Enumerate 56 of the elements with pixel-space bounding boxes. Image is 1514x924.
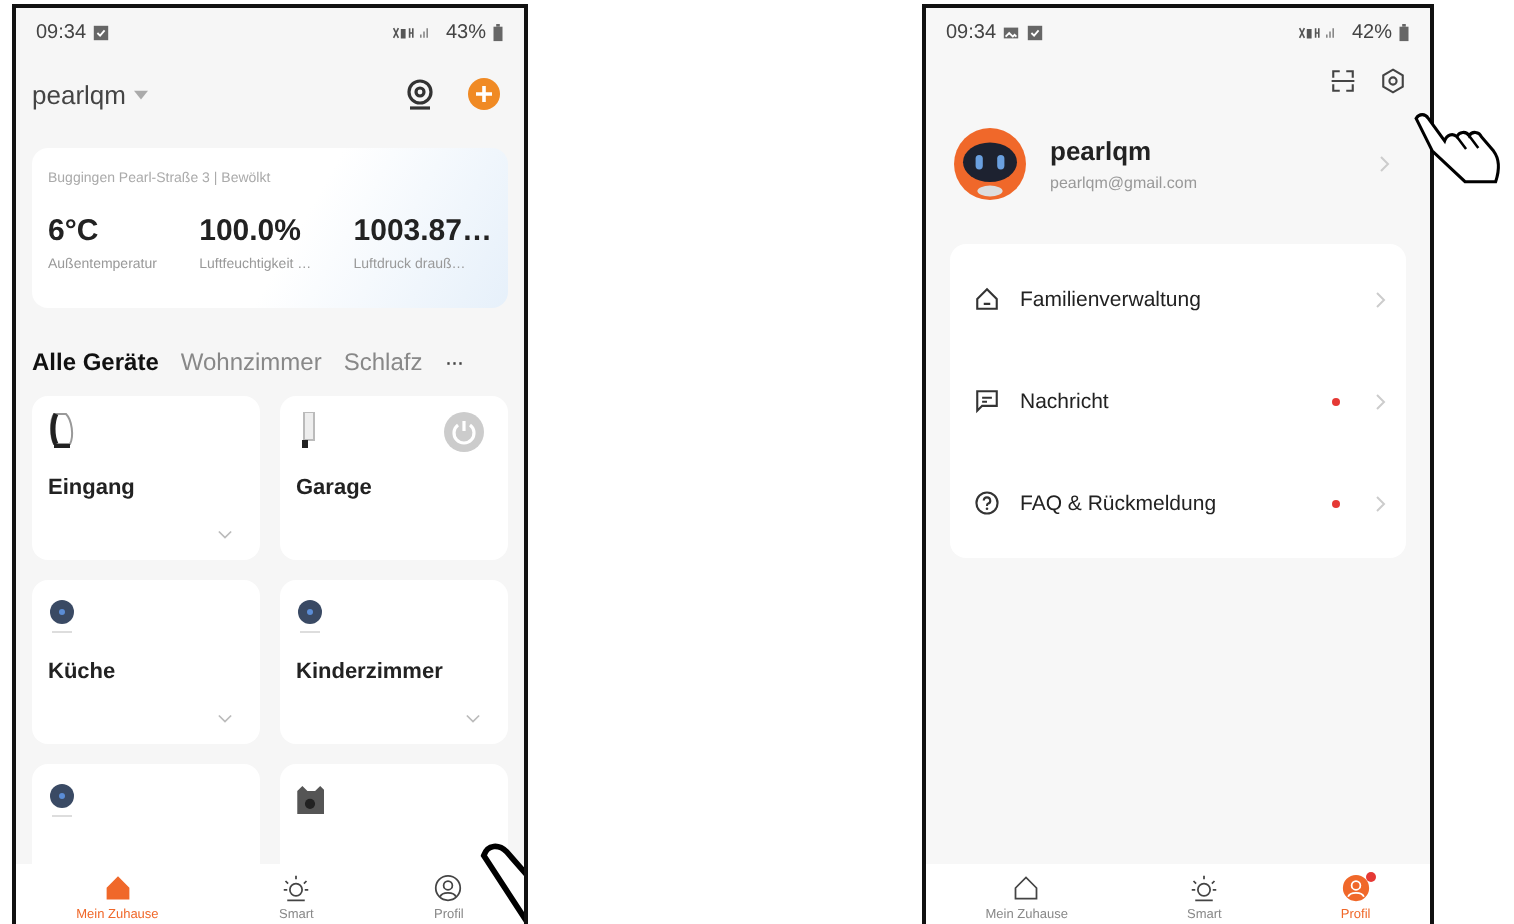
scan-icon[interactable]: [1330, 68, 1356, 94]
cube-camera-icon: [296, 780, 324, 820]
status-time: 09:34: [946, 21, 997, 43]
profile-icon: [1341, 874, 1370, 902]
chevron-down-icon[interactable]: [218, 714, 232, 724]
menu-item[interactable]: Familienverwaltung: [1020, 287, 1201, 311]
dome-camera-icon: [48, 412, 76, 452]
sun-icon: [1190, 874, 1219, 902]
message-icon: [974, 388, 1000, 414]
weather-value: 100.0%: [199, 214, 303, 248]
image-notification-icon: [1002, 23, 1021, 41]
home-icon: [1012, 874, 1041, 902]
chevron-right-icon: [1376, 291, 1386, 307]
device-card[interactable]: Garage: [280, 396, 508, 560]
device-card[interactable]: Eingang: [32, 396, 260, 560]
notification-icon: [1026, 23, 1045, 41]
chevron-right-icon: [1376, 393, 1386, 409]
battery-icon: [492, 23, 504, 41]
user-email: pearlqm@gmail.com: [1050, 174, 1197, 192]
settings-icon[interactable]: [1380, 68, 1406, 94]
profile-icon: [434, 874, 463, 902]
menu-item[interactable]: FAQ & Rückmeldung: [1020, 491, 1217, 515]
device-name: Garage: [296, 476, 374, 500]
battery-icon: [1398, 23, 1410, 41]
device-card[interactable]: Küche: [32, 580, 260, 744]
room-tab[interactable]: Alle Geräte: [32, 348, 159, 376]
round-camera-icon: [296, 596, 324, 636]
house-icon: [974, 286, 1000, 312]
status-time: 09:34: [36, 21, 87, 43]
device-name: Küche: [48, 660, 118, 684]
battery-percent: 43%: [445, 21, 486, 43]
robot-avatar: [954, 128, 1026, 200]
weather-value: 1003.87…: [353, 214, 492, 248]
round-camera-icon: [48, 596, 76, 636]
device-name: Eingang: [48, 476, 137, 500]
home-icon: [103, 874, 132, 902]
chevron-down-icon[interactable]: [218, 530, 232, 540]
more-button[interactable]: ···: [444, 348, 463, 376]
chevron-right-icon: [1376, 495, 1386, 511]
round-camera-icon: [48, 780, 76, 820]
sun-icon: [282, 874, 311, 902]
chevron-down-icon[interactable]: [466, 714, 480, 724]
home-name[interactable]: pearlqm: [32, 79, 126, 109]
caret-icon[interactable]: [133, 89, 148, 99]
add-icon[interactable]: [468, 78, 500, 110]
menu-item[interactable]: Nachricht: [1020, 389, 1109, 413]
device-name: Kinderzimmer: [296, 660, 445, 684]
chevron-right-icon: [1380, 156, 1390, 172]
user-name: pearlqm: [1050, 136, 1154, 166]
weather-value: 6°C: [48, 214, 101, 248]
battery-percent: 42%: [1351, 21, 1392, 43]
camera-icon[interactable]: [404, 78, 436, 110]
notification-icon: [92, 23, 111, 41]
power-button[interactable]: [444, 412, 484, 452]
help-icon: [974, 490, 1000, 516]
device-card[interactable]: Kinderzimmer: [280, 580, 508, 744]
